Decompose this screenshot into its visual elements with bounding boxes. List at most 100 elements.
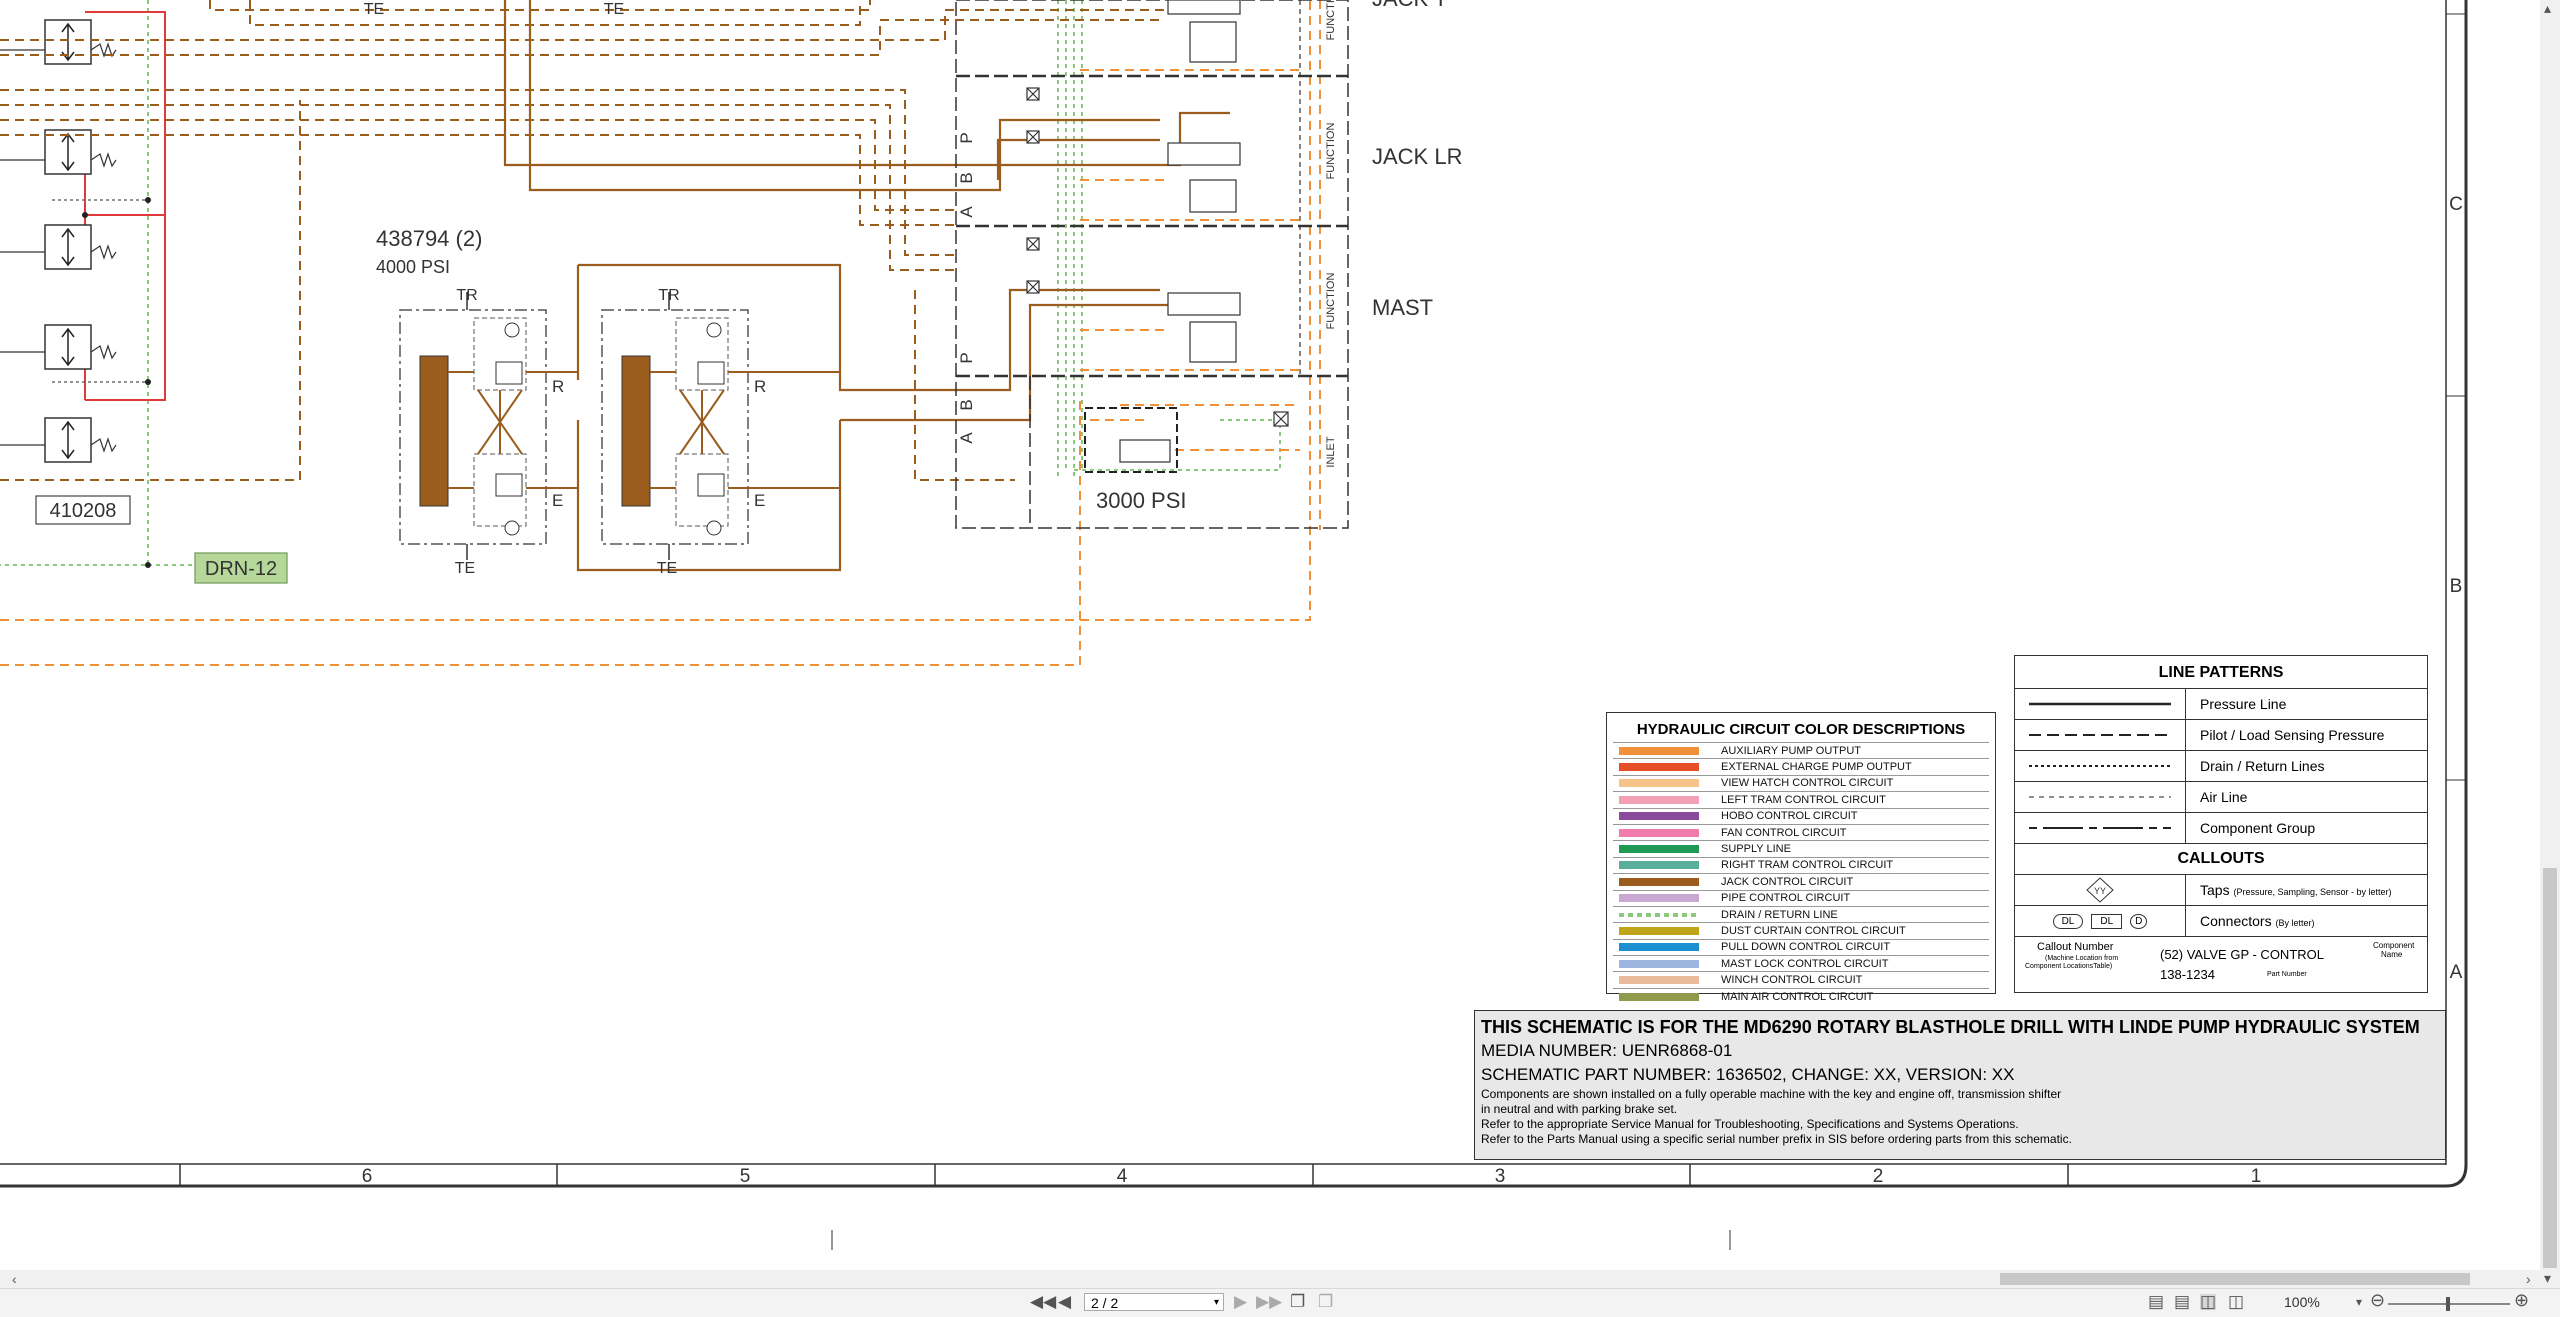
color-legend-label: EXTERNAL CHARGE PUMP OUTPUT bbox=[1721, 761, 1912, 774]
component-410208-label: 410208 bbox=[50, 500, 117, 522]
color-legend: HYDRAULIC CIRCUIT COLOR DESCRIPTIONS AUX… bbox=[1606, 712, 1996, 1003]
two-page-view-icon[interactable]: ◫ bbox=[2200, 1293, 2217, 1310]
line-pattern-title: LINE PATTERNS bbox=[2015, 656, 2427, 689]
line-pattern-sample bbox=[2015, 751, 2186, 781]
line-pattern-row: Drain / Return Lines bbox=[2015, 751, 2427, 782]
single-page-view-icon[interactable]: ▤ bbox=[2148, 1293, 2164, 1310]
zone-letter-c: C bbox=[2449, 194, 2463, 215]
color-swatch bbox=[1619, 976, 1699, 985]
color-legend-label: PIPE CONTROL CIRCUIT bbox=[1721, 892, 1851, 905]
zone-number-6: 6 bbox=[362, 1166, 373, 1187]
callout-example-note1: (Machine Location from bbox=[2045, 955, 2119, 962]
pressure-lines bbox=[84, 11, 166, 401]
color-legend-label: JACK CONTROL CIRCUIT bbox=[1721, 875, 1854, 888]
media-number: MEDIA NUMBER: UENR6868-01 bbox=[1481, 1041, 1733, 1060]
callout-example-part-label: Part Number bbox=[2267, 971, 2307, 978]
color-legend-label: MAST LOCK CONTROL CIRCUIT bbox=[1721, 957, 1889, 970]
color-legend-label: RIGHT TRAM CONTROL CIRCUIT bbox=[1721, 859, 1894, 872]
port-b-1: B bbox=[957, 172, 976, 183]
taps-note: (Pressure, Sampling, Sensor - by letter) bbox=[2233, 887, 2392, 897]
first-page-icon[interactable]: ◀◀ bbox=[1030, 1293, 1056, 1310]
line-pattern-label: Pilot / Load Sensing Pressure bbox=[2200, 727, 2385, 743]
zone-letter-b: B bbox=[2450, 576, 2463, 597]
color-legend-row: AUXILIARY PUMP OUTPUT bbox=[1613, 742, 1989, 758]
last-page-icon[interactable]: ▶▶ bbox=[1256, 1293, 1282, 1310]
color-swatch bbox=[1619, 779, 1699, 788]
connectors-row: DL DL D Connectors (By letter) bbox=[2015, 906, 2427, 937]
page-dropdown-icon[interactable]: ▾ bbox=[1214, 1294, 1219, 1312]
color-legend-row: MAST LOCK CONTROL CIRCUIT bbox=[1613, 955, 1989, 971]
vertical-scroll-thumb[interactable] bbox=[2543, 868, 2557, 1268]
scroll-left-icon[interactable]: ‹ bbox=[12, 1271, 17, 1287]
color-swatch bbox=[1619, 845, 1699, 854]
line-pattern-label: Component Group bbox=[2200, 820, 2316, 836]
zone-number-5: 5 bbox=[740, 1166, 751, 1187]
fit-width-icon[interactable]: ❐ bbox=[1318, 1293, 1333, 1310]
color-legend-row: RIGHT TRAM CONTROL CIRCUIT bbox=[1613, 856, 1989, 873]
page-number-input[interactable]: 2 / 2 ▾ bbox=[1084, 1293, 1224, 1311]
color-legend-label: LEFT TRAM CONTROL CIRCUIT bbox=[1721, 793, 1886, 806]
color-legend-row: SUPPLY LINE bbox=[1613, 840, 1989, 856]
port-p-1: P bbox=[957, 132, 976, 143]
taps-label: Taps bbox=[2200, 882, 2230, 898]
connector-d-circle: D bbox=[2130, 913, 2148, 929]
page-indicator: 2 / 2 bbox=[1091, 1295, 1119, 1311]
color-swatch bbox=[1619, 992, 1699, 1001]
color-legend-row: PIPE CONTROL CIRCUIT bbox=[1613, 889, 1989, 906]
next-page-icon[interactable]: ▶ bbox=[1234, 1293, 1247, 1310]
zone-number-1: 1 bbox=[2251, 1166, 2262, 1187]
color-legend-label: HOBO CONTROL CIRCUIT bbox=[1721, 810, 1858, 823]
continuous-view-icon[interactable]: ▤ bbox=[2174, 1293, 2190, 1310]
color-legend-label: SUPPLY LINE bbox=[1721, 843, 1791, 856]
color-legend-label: VIEW HATCH CONTROL CIRCUIT bbox=[1721, 777, 1894, 790]
title-note-1: Components are shown installed on a full… bbox=[1481, 1087, 2062, 1101]
line-pattern-row: Pressure Line bbox=[2015, 689, 2427, 720]
function-label-mast: MAST bbox=[1372, 295, 1433, 320]
color-swatch bbox=[1619, 912, 1699, 917]
continuous-facing-view-icon[interactable]: ◫ bbox=[2228, 1293, 2244, 1310]
line-pattern-sample bbox=[2015, 720, 2186, 750]
title-note-2: in neutral and with parking brake set. bbox=[1481, 1102, 1678, 1116]
port-a-2: A bbox=[957, 432, 976, 444]
color-legend-row: FAN CONTROL CIRCUIT bbox=[1613, 823, 1989, 840]
drn-tag-label: DRN-12 bbox=[205, 558, 277, 580]
zoom-out-icon[interactable]: ⊖ bbox=[2370, 1291, 2385, 1309]
taps-row: YY Taps (Pressure, Sampling, Sensor - by… bbox=[2015, 875, 2427, 906]
color-legend-row: DUST CURTAIN CONTROL CIRCUIT bbox=[1613, 922, 1989, 938]
port-te-1: TE bbox=[455, 560, 475, 577]
tap-diamond-icon: YY bbox=[2086, 877, 2114, 903]
zoom-in-icon[interactable]: ⊕ bbox=[2514, 1291, 2529, 1309]
color-legend-row: EXTERNAL CHARGE PUMP OUTPUT bbox=[1613, 758, 1989, 774]
color-legend-label: PULL DOWN CONTROL CIRCUIT bbox=[1721, 941, 1891, 954]
zoom-slider-handle[interactable] bbox=[2446, 1297, 2450, 1311]
line-pattern-sample bbox=[2015, 782, 2186, 812]
color-swatch bbox=[1619, 959, 1699, 968]
color-legend-label: AUXILIARY PUMP OUTPUT bbox=[1721, 744, 1861, 757]
inlet-vertical: INLET bbox=[1325, 436, 1337, 467]
scroll-down-icon[interactable]: ▾ bbox=[2544, 1270, 2551, 1286]
function-vertical-3: FUNCTION bbox=[1325, 273, 1337, 330]
line-pattern-legend: LINE PATTERNS Pressure Line Pilot / Load … bbox=[2014, 655, 2428, 993]
scroll-right-icon[interactable]: › bbox=[2526, 1271, 2531, 1287]
frame-border bbox=[0, 0, 2468, 1188]
connector-dl-square: DL bbox=[2091, 913, 2123, 929]
port-e-2: E bbox=[754, 491, 765, 510]
previous-page-icon[interactable]: ◀ bbox=[1058, 1293, 1071, 1310]
jack-pressure-lines bbox=[503, 0, 1230, 572]
zoom-level[interactable]: 100% bbox=[2284, 1294, 2320, 1310]
line-pattern-row: Pilot / Load Sensing Pressure bbox=[2015, 720, 2427, 751]
scroll-up-icon[interactable]: ▴ bbox=[2544, 0, 2551, 16]
port-a-1: A bbox=[957, 206, 976, 218]
fit-page-icon[interactable]: ❐ bbox=[1290, 1293, 1305, 1310]
title-block-heading: THIS SCHEMATIC IS FOR THE MD6290 ROTARY … bbox=[1481, 1017, 2420, 1037]
port-e-1: E bbox=[552, 491, 563, 510]
zoom-dropdown-icon[interactable]: ▾ bbox=[2356, 1294, 2362, 1310]
line-pattern-label: Drain / Return Lines bbox=[2200, 758, 2325, 774]
horizontal-scroll-thumb[interactable] bbox=[2000, 1273, 2470, 1285]
title-note-3: Refer to the appropriate Service Manual … bbox=[1481, 1117, 2019, 1131]
line-pattern-rows: Pressure Line Pilot / Load Sensing Pressu… bbox=[2015, 689, 2427, 844]
port-p-2: P bbox=[957, 352, 976, 363]
connectors-label: Connectors bbox=[2200, 913, 2272, 929]
valve-group-left bbox=[399, 292, 578, 560]
zone-number-3: 3 bbox=[1495, 1166, 1506, 1187]
